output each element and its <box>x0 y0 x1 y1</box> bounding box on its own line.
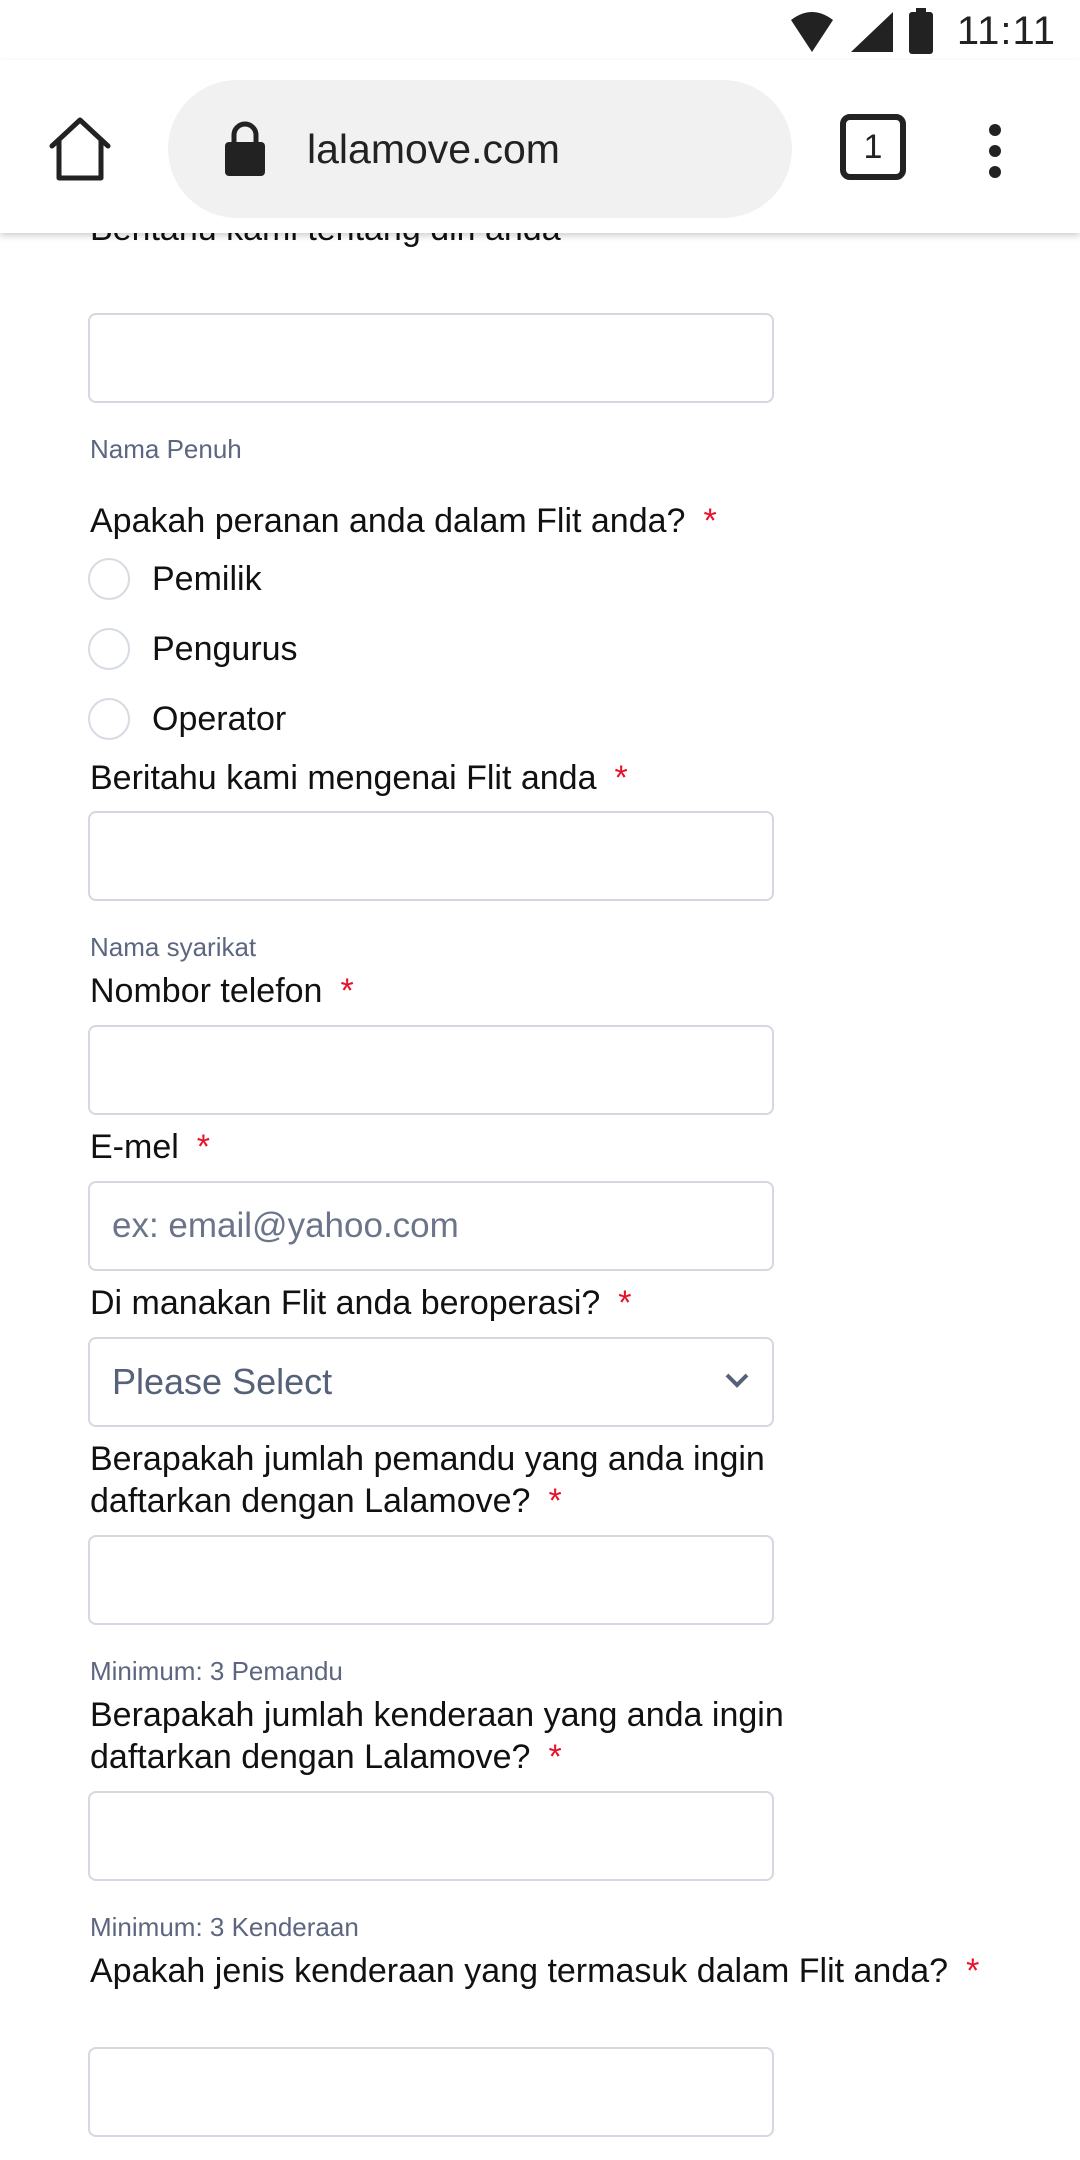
company-hint: Nama syarikat <box>90 932 257 962</box>
location-select[interactable]: Please Select <box>88 1337 774 1427</box>
drivers-field[interactable] <box>88 1535 774 1625</box>
email-field[interactable] <box>88 1181 774 1271</box>
required-marker: * <box>703 502 717 540</box>
vehicle-types-input[interactable] <box>90 2049 772 2135</box>
required-marker: * <box>196 1128 211 1166</box>
radio-button[interactable] <box>88 628 130 670</box>
email-input[interactable] <box>90 1183 772 1269</box>
radio-button[interactable] <box>88 558 130 600</box>
chevron-down-icon <box>725 1373 749 1388</box>
role-label: Apakah peranan anda dalam Flit anda? * <box>90 502 717 540</box>
required-marker: * <box>966 1952 980 1990</box>
drivers-count-input[interactable] <box>90 1537 772 1623</box>
cellular-signal-icon <box>850 12 893 52</box>
phone-label: Nombor telefon * <box>90 972 354 1010</box>
email-label: E-mel * <box>90 1128 211 1166</box>
vehicle-types-field[interactable] <box>88 2047 774 2137</box>
phone-field[interactable] <box>88 1025 774 1115</box>
battery-icon <box>908 8 933 54</box>
radio-button[interactable] <box>88 698 130 740</box>
vehicles-hint: Minimum: 3 Kenderaan <box>90 1912 359 1942</box>
location-select-value: Please Select <box>112 1361 333 1402</box>
full-name-hint: Nama Penuh <box>90 434 242 464</box>
home-icon[interactable] <box>46 116 114 184</box>
required-marker: * <box>548 1738 562 1776</box>
wifi-icon <box>790 12 833 52</box>
full-name-field[interactable] <box>88 313 774 403</box>
tab-switcher-button[interactable]: 1 <box>840 114 906 180</box>
company-field[interactable] <box>88 811 774 901</box>
drivers-label: Berapakah jumlah pemandu yang anda ingin… <box>90 1440 765 1520</box>
tab-count: 1 <box>863 127 883 166</box>
role-option-pemilik[interactable]: Pemilik <box>88 554 262 604</box>
company-label: Beritahu kami mengenai Flit anda * <box>90 759 628 797</box>
full-name-input[interactable] <box>90 315 772 401</box>
phone-input[interactable] <box>90 1027 772 1113</box>
vehicle-types-label: Apakah jenis kenderaan yang termasuk dal… <box>90 1952 980 1990</box>
overflow-menu-icon[interactable] <box>980 124 1010 180</box>
location-label: Di manakan Flit anda beroperasi? * <box>90 1284 632 1322</box>
vehicles-field[interactable] <box>88 1791 774 1881</box>
role-option-pengurus[interactable]: Pengurus <box>88 624 298 674</box>
lock-icon <box>225 121 265 176</box>
company-name-input[interactable] <box>90 813 772 899</box>
required-marker: * <box>340 972 354 1010</box>
required-marker: * <box>618 1284 632 1322</box>
registration-form: Beritahu kami tentang diri anda* Nama Pe… <box>0 210 1080 2160</box>
browser-toolbar: lalamove.com 1 <box>0 60 1080 233</box>
required-marker: * <box>614 759 628 797</box>
required-marker: * <box>548 1482 562 1520</box>
vehicles-label: Berapakah jumlah kenderaan yang anda ing… <box>90 1696 784 1776</box>
vehicles-count-input[interactable] <box>90 1793 772 1879</box>
role-option-operator[interactable]: Operator <box>88 694 286 744</box>
url-text[interactable]: lalamove.com <box>307 80 560 218</box>
drivers-hint: Minimum: 3 Pemandu <box>90 1656 343 1686</box>
clock: 11:11 <box>956 8 1056 53</box>
address-bar[interactable]: lalamove.com <box>168 80 792 218</box>
status-bar: 11:11 <box>0 0 1080 60</box>
